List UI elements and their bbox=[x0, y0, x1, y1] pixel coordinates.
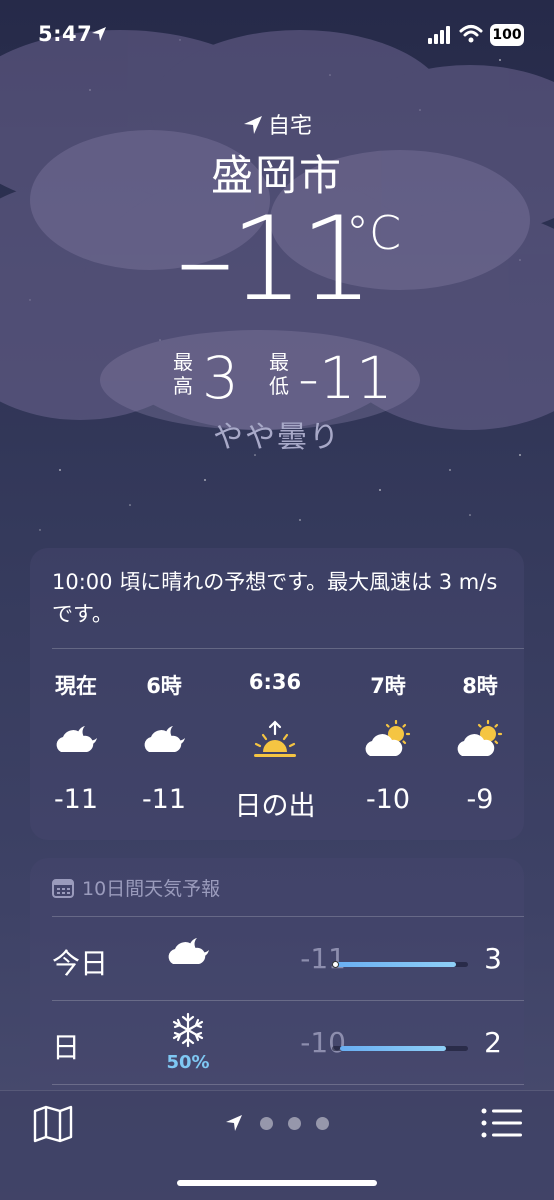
day-name: 日 bbox=[52, 1031, 81, 1064]
low-value: -11 bbox=[298, 344, 393, 412]
status-time: 5:47 bbox=[38, 22, 93, 46]
hour-item: 現在 -11 bbox=[26, 670, 126, 815]
map-icon[interactable] bbox=[32, 1105, 74, 1143]
high-label: 最高 bbox=[173, 350, 193, 398]
sunrise-icon bbox=[225, 718, 325, 762]
hour-time: 6時 bbox=[146, 674, 182, 698]
location-label: 自宅 bbox=[0, 108, 554, 140]
cellular-signal-icon bbox=[428, 26, 450, 44]
hour-item: 8時 -9 bbox=[430, 670, 530, 815]
temperature-value: –11 bbox=[176, 192, 374, 327]
ten-day-forecast-card[interactable]: 10日間天気予報 今日 -11 3 日 50% -10 2 bbox=[30, 858, 524, 1098]
range-fill bbox=[340, 1046, 446, 1051]
battery-indicator: 100 bbox=[490, 24, 524, 46]
partly-sunny-icon bbox=[338, 718, 438, 762]
temperature-range-bar bbox=[332, 1046, 468, 1051]
day-high: 2 bbox=[484, 1026, 502, 1059]
partly-cloudy-night-icon bbox=[26, 718, 126, 762]
hour-time: 現在 bbox=[55, 674, 97, 698]
hour-time: 6:36 bbox=[248, 670, 302, 694]
hourly-forecast-card[interactable]: 10:00 頃に晴れの予想です。最大風速は 3 m/s です。 現在 -11 6… bbox=[30, 548, 524, 840]
partly-cloudy-night-icon bbox=[160, 934, 216, 974]
hour-temp: -9 bbox=[466, 784, 494, 815]
status-bar: 5:47 100 bbox=[0, 22, 554, 52]
divider bbox=[52, 1000, 524, 1001]
high-low: 最高 3 最低 -11 bbox=[0, 340, 554, 412]
day-name: 今日 bbox=[52, 947, 109, 980]
ten-day-title: 10日間天気予報 bbox=[82, 878, 221, 900]
hour-item: 7時 -10 bbox=[338, 670, 438, 815]
page-dot[interactable] bbox=[316, 1117, 329, 1130]
list-icon[interactable] bbox=[480, 1107, 524, 1139]
hour-temp: -11 bbox=[53, 784, 99, 815]
current-temperature: –11 °C bbox=[0, 192, 554, 327]
location-arrow-icon bbox=[226, 1115, 242, 1131]
high-value: 3 bbox=[202, 344, 239, 412]
day-high: 3 bbox=[484, 942, 502, 975]
forecast-summary: 10:00 頃に晴れの予想です。最大風速は 3 m/s です。 bbox=[52, 570, 498, 626]
location-arrow-icon bbox=[92, 27, 106, 41]
location-arrow-icon bbox=[243, 116, 262, 134]
condition-text: やや曇り bbox=[213, 420, 341, 455]
range-fill bbox=[332, 962, 456, 967]
location-label-text: 自宅 bbox=[267, 114, 312, 139]
day-low: -10 bbox=[300, 1026, 346, 1059]
precip-chance: 50% bbox=[166, 1052, 210, 1073]
calendar-icon bbox=[52, 879, 74, 898]
divider bbox=[52, 916, 524, 917]
divider bbox=[52, 648, 524, 649]
snowflake-icon bbox=[160, 1012, 216, 1052]
day-row[interactable]: 今日 -11 3 bbox=[30, 918, 524, 1002]
ten-day-header: 10日間天気予報 bbox=[52, 874, 220, 901]
temperature-unit: °C bbox=[346, 206, 402, 260]
hour-item: 6時 -11 bbox=[114, 670, 214, 815]
day-low: -11 bbox=[300, 942, 346, 975]
wifi-icon bbox=[459, 25, 483, 43]
page-dot[interactable] bbox=[288, 1117, 301, 1130]
hour-time: 7時 bbox=[370, 674, 406, 698]
hour-temp: 日の出 bbox=[234, 791, 316, 822]
hour-temp: -11 bbox=[141, 784, 187, 815]
partly-sunny-icon bbox=[430, 718, 530, 762]
divider bbox=[52, 1084, 524, 1085]
low-label: 最低 bbox=[269, 350, 289, 398]
page-dot[interactable] bbox=[260, 1117, 273, 1130]
page-indicator[interactable] bbox=[224, 1111, 334, 1135]
hour-temp: -10 bbox=[365, 784, 411, 815]
home-indicator[interactable] bbox=[177, 1180, 377, 1186]
hour-time: 8時 bbox=[462, 674, 498, 698]
current-temp-marker bbox=[332, 961, 339, 968]
temperature-range-bar bbox=[332, 961, 468, 968]
day-row[interactable]: 日 50% -10 2 bbox=[30, 1002, 524, 1086]
hour-item: 6:36 日の出 bbox=[225, 670, 325, 823]
partly-cloudy-night-icon bbox=[114, 718, 214, 762]
